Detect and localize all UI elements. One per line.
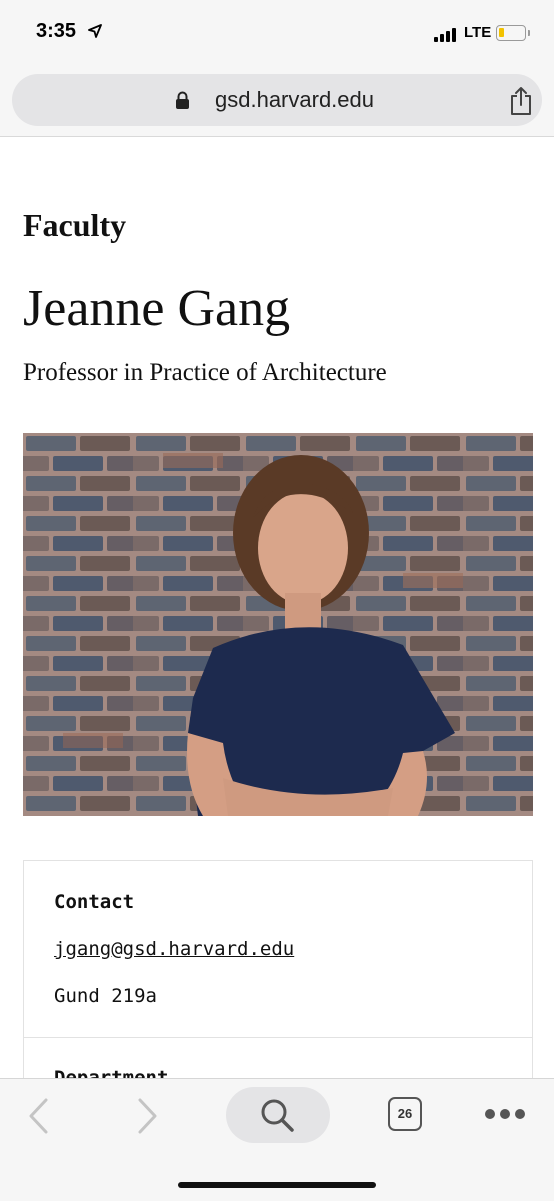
search-icon xyxy=(261,1099,294,1132)
home-indicator[interactable] xyxy=(178,1182,376,1188)
battery-icon xyxy=(496,25,530,41)
lock-icon xyxy=(176,91,189,109)
forward-icon[interactable] xyxy=(134,1097,160,1135)
office-location: Gund 219a xyxy=(54,985,157,1007)
url-bar[interactable]: gsd.harvard.edu xyxy=(12,74,542,126)
faculty-name: Jeanne Gang xyxy=(23,280,291,337)
email-link[interactable]: jgang@gsd.harvard.edu xyxy=(54,938,294,960)
status-bar: 3:35 LTE xyxy=(0,0,554,66)
status-time: 3:35 xyxy=(36,20,77,42)
section-label: Faculty xyxy=(23,207,127,243)
back-icon[interactable] xyxy=(26,1097,52,1135)
search-button[interactable] xyxy=(226,1087,330,1143)
share-icon[interactable] xyxy=(509,86,533,116)
network-type: LTE xyxy=(464,24,492,41)
url-text[interactable]: gsd.harvard.edu xyxy=(215,87,374,113)
more-icon[interactable] xyxy=(485,1109,525,1121)
contact-heading: Contact xyxy=(54,891,135,913)
card-divider xyxy=(24,1037,532,1038)
signal-icon xyxy=(434,28,458,42)
faculty-title: Professor in Practice of Architecture xyxy=(23,359,387,386)
location-arrow-icon xyxy=(88,24,102,38)
tabs-icon[interactable]: 26 xyxy=(388,1097,422,1131)
faculty-portrait xyxy=(23,433,533,816)
browser-address-area: gsd.harvard.edu xyxy=(0,66,554,137)
